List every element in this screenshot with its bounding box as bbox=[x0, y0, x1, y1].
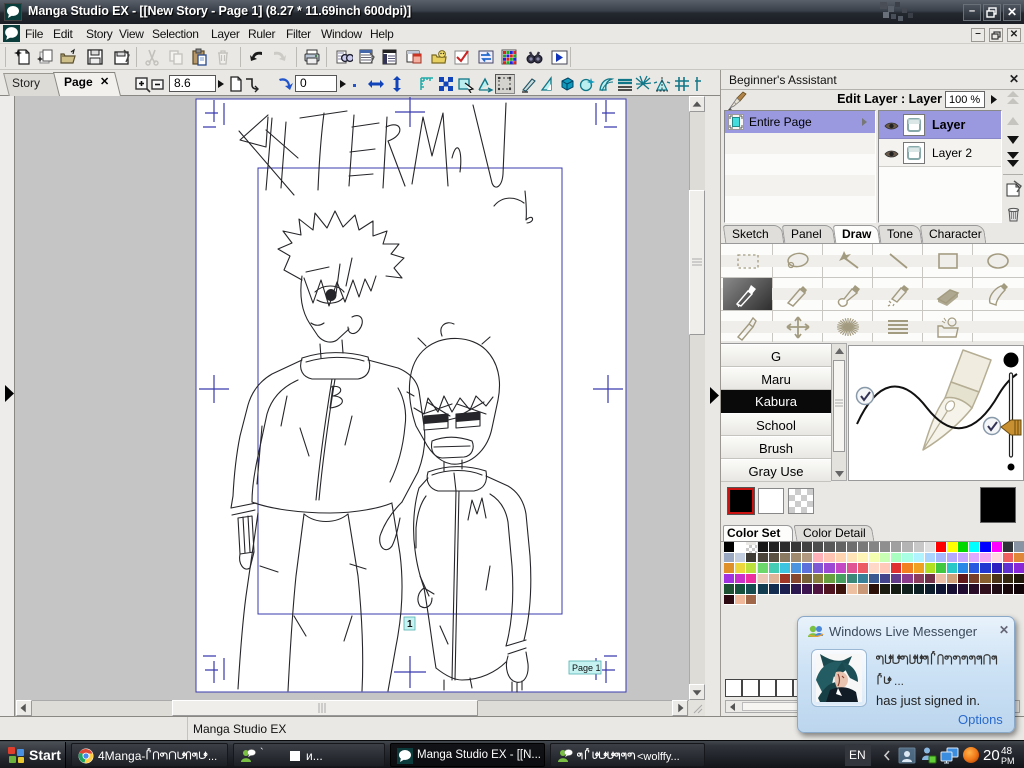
svg-text:...: ... bbox=[208, 751, 217, 763]
svg-text:1: 1 bbox=[407, 619, 413, 630]
svg-text:...: ... bbox=[894, 674, 904, 688]
svg-text:<wolffy...: <wolffy... bbox=[637, 751, 680, 763]
svg-text:Page 1: Page 1 bbox=[572, 663, 601, 673]
